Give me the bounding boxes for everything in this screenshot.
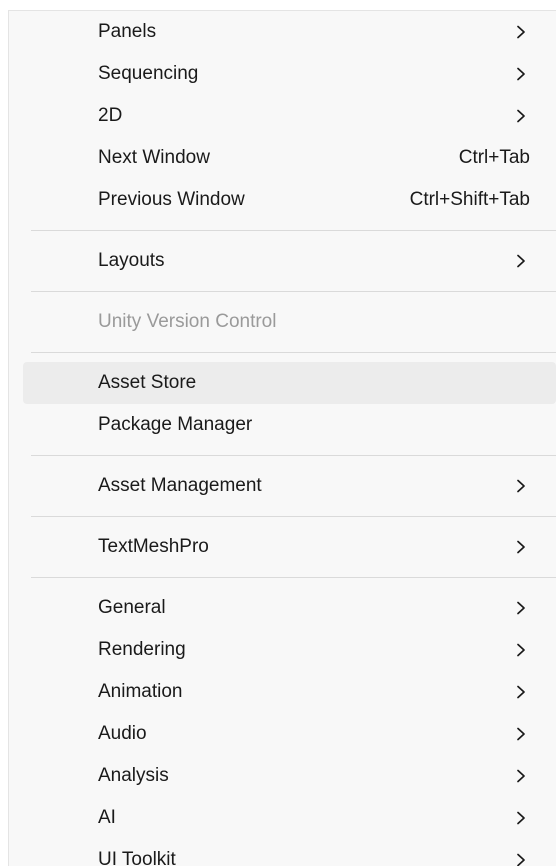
chevron-right-icon [514, 66, 528, 82]
menu-item-2d[interactable]: 2D [23, 95, 556, 137]
menu-item-previous-window[interactable]: Previous Window Ctrl+Shift+Tab [23, 179, 556, 221]
menu-item-asset-store[interactable]: Asset Store [23, 362, 556, 404]
chevron-right-icon [514, 600, 528, 616]
menu-item-label: Audio [98, 723, 147, 744]
chevron-right-icon [514, 253, 528, 269]
menu-item-label: Sequencing [98, 63, 199, 84]
chevron-right-icon [514, 684, 528, 700]
menu-item-label: Previous Window [98, 189, 245, 210]
menu-item-ai[interactable]: AI [23, 797, 556, 839]
menu-separator [31, 230, 556, 231]
menu-item-audio[interactable]: Audio [23, 713, 556, 755]
menu-item-analysis[interactable]: Analysis [23, 755, 556, 797]
menu-item-label: AI [98, 807, 116, 828]
menu-group: TextMeshPro [9, 526, 556, 568]
menu-item-label: General [98, 597, 166, 618]
menu-item-ui-toolkit[interactable]: UI Toolkit [23, 839, 556, 866]
menu-group: Asset Management [9, 465, 556, 507]
menu-item-panels[interactable]: Panels [23, 11, 556, 53]
menu-group: Unity Version Control [9, 301, 556, 343]
menu-item-label: Layouts [98, 250, 165, 271]
chevron-right-icon [514, 642, 528, 658]
menu-item-package-manager[interactable]: Package Manager [23, 404, 556, 446]
chevron-right-icon [514, 24, 528, 40]
menu-item-label: UI Toolkit [98, 849, 176, 866]
menu-item-label: Unity Version Control [98, 311, 277, 332]
menu-group: Asset Store Package Manager [9, 362, 556, 446]
menu-item-general[interactable]: General [23, 587, 556, 629]
menu-item-label: Rendering [98, 639, 186, 660]
menu-group: Panels Sequencing 2D Next Window Ctrl+Tab Pre… [9, 11, 556, 221]
chevron-right-icon [514, 852, 528, 866]
chevron-right-icon [514, 478, 528, 494]
chevron-right-icon [514, 539, 528, 555]
menu-item-label: Analysis [98, 765, 169, 786]
menu-separator [31, 577, 556, 578]
menu-item-shortcut: Ctrl+Tab [458, 147, 530, 168]
chevron-right-icon [514, 726, 528, 742]
menu-separator [31, 455, 556, 456]
chevron-right-icon [514, 108, 528, 124]
menu-separator [31, 516, 556, 517]
window-menu: Panels Sequencing 2D Next Window Ctrl+Tab Pre… [8, 10, 556, 866]
menu-item-label: 2D [98, 105, 123, 126]
menu-item-asset-management[interactable]: Asset Management [23, 465, 556, 507]
menu-item-label: Panels [98, 21, 157, 42]
menu-item-textmeshpro[interactable]: TextMeshPro [23, 526, 556, 568]
menu-group: General Rendering Animation Audio Analysis AI… [9, 587, 556, 866]
menu-item-label: Package Manager [98, 414, 253, 435]
menu-item-shortcut: Ctrl+Shift+Tab [409, 189, 530, 210]
menu-item-label: TextMeshPro [98, 536, 209, 557]
menu-separator [31, 352, 556, 353]
menu-item-rendering[interactable]: Rendering [23, 629, 556, 671]
menu-item-unity-version-control: Unity Version Control [23, 301, 556, 343]
menu-item-label: Asset Store [98, 372, 197, 393]
menu-separator [31, 291, 556, 292]
menu-item-animation[interactable]: Animation [23, 671, 556, 713]
menu-item-sequencing[interactable]: Sequencing [23, 53, 556, 95]
menu-item-label: Animation [98, 681, 183, 702]
menu-group: Layouts [9, 240, 556, 282]
chevron-right-icon [514, 810, 528, 826]
menu-item-layouts[interactable]: Layouts [23, 240, 556, 282]
menu-item-label: Next Window [98, 147, 210, 168]
menu-item-next-window[interactable]: Next Window Ctrl+Tab [23, 137, 556, 179]
chevron-right-icon [514, 768, 528, 784]
menu-item-label: Asset Management [98, 475, 262, 496]
